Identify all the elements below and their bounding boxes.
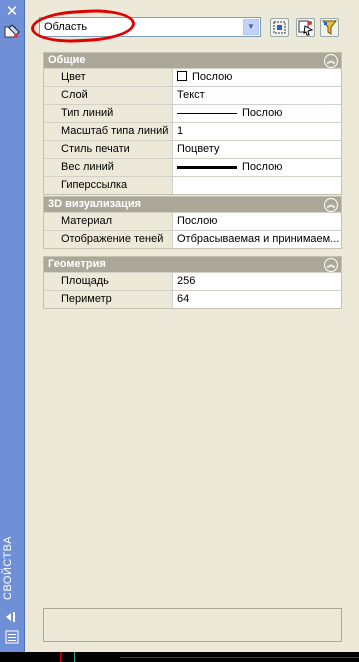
property-value[interactable]: Текст	[173, 87, 341, 104]
property-label: Периметр	[44, 291, 173, 308]
property-row-linetype[interactable]: Тип линий Послою	[44, 104, 341, 122]
color-swatch-icon	[177, 71, 187, 81]
property-row-layer[interactable]: Слой Текст	[44, 86, 341, 104]
property-label: Слой	[44, 87, 173, 104]
close-icon[interactable]: ✕	[4, 4, 20, 20]
autohide-icon[interactable]	[4, 610, 20, 624]
pickadd-filter-icon[interactable]	[320, 18, 339, 37]
section-title: Геометрия	[48, 258, 106, 270]
property-label: Материал	[44, 213, 173, 230]
property-value[interactable]	[173, 177, 341, 194]
collapse-icon[interactable]: ︽	[324, 198, 338, 212]
drawing-area-strip	[0, 652, 359, 662]
linetype-sample-icon	[177, 112, 237, 114]
section-geometry: Геометрия ︽ Площадь 256 Периметр 64	[43, 256, 342, 309]
quick-select-icon[interactable]	[270, 18, 289, 37]
property-row-hyperlink[interactable]: Гиперссылка	[44, 176, 341, 194]
section-general: Общие ︽ Цвет Послою Слой Текст Тип линий…	[43, 52, 342, 195]
collapse-icon[interactable]: ︽	[324, 258, 338, 272]
property-value[interactable]: 1	[173, 123, 341, 140]
description-box	[43, 608, 342, 642]
property-value[interactable]: Послою	[173, 69, 341, 86]
property-label: Тип линий	[44, 105, 173, 122]
chevron-down-icon[interactable]: ▼	[243, 19, 259, 35]
property-value[interactable]: 256	[173, 273, 341, 290]
property-label: Площадь	[44, 273, 173, 290]
property-row-linetype-scale[interactable]: Масштаб типа линий 1	[44, 122, 341, 140]
property-row-color[interactable]: Цвет Послою	[44, 68, 341, 86]
property-row-lineweight[interactable]: Вес линий Послою	[44, 158, 341, 176]
select-objects-icon[interactable]	[296, 18, 315, 37]
section-header-general[interactable]: Общие ︽	[44, 53, 341, 68]
section-header-geometry[interactable]: Геометрия ︽	[44, 257, 341, 272]
lineweight-sample-icon	[177, 165, 237, 169]
collapse-icon[interactable]: ︽	[324, 54, 338, 68]
property-row-plot-style[interactable]: Стиль печати Поцвету	[44, 140, 341, 158]
property-row-area[interactable]: Площадь 256	[44, 272, 341, 290]
palette-title: СВОЙСТВА	[2, 536, 14, 600]
property-label: Цвет	[44, 69, 173, 86]
section-title: Общие	[48, 54, 86, 66]
properties-tools-icon[interactable]	[3, 24, 21, 40]
property-value[interactable]: Послою	[173, 213, 341, 230]
property-row-shadow-display[interactable]: Отображение теней Отбрасываемая и приним…	[44, 230, 341, 248]
property-label: Гиперссылка	[44, 177, 173, 194]
palette-sidebar: ✕ СВОЙСТВА	[0, 0, 25, 662]
property-value[interactable]: Послою	[173, 159, 341, 176]
property-row-perimeter[interactable]: Периметр 64	[44, 290, 341, 308]
object-type-select[interactable]: Область ▼	[39, 17, 261, 37]
object-type-value: Область	[44, 21, 88, 33]
property-label: Стиль печати	[44, 141, 173, 158]
property-label: Отображение теней	[44, 231, 173, 248]
object-toolbar: Область ▼	[25, 7, 359, 45]
properties-palette: Область ▼ Общие ︽ Цвет Послою Слой Текст…	[25, 0, 359, 652]
property-label: Вес линий	[44, 159, 173, 176]
section-3d-visualization: 3D визуализация ︽ Материал Послою Отобра…	[43, 196, 342, 249]
property-value[interactable]: Поцвету	[173, 141, 341, 158]
property-value[interactable]: Послою	[173, 105, 341, 122]
property-row-material[interactable]: Материал Послою	[44, 212, 341, 230]
section-header-3d[interactable]: 3D визуализация ︽	[44, 197, 341, 212]
property-value[interactable]: 64	[173, 291, 341, 308]
menu-icon[interactable]	[4, 630, 20, 644]
section-title: 3D визуализация	[48, 198, 142, 210]
property-label: Масштаб типа линий	[44, 123, 173, 140]
property-value[interactable]: Отбрасываемая и принимаем...	[173, 231, 341, 248]
